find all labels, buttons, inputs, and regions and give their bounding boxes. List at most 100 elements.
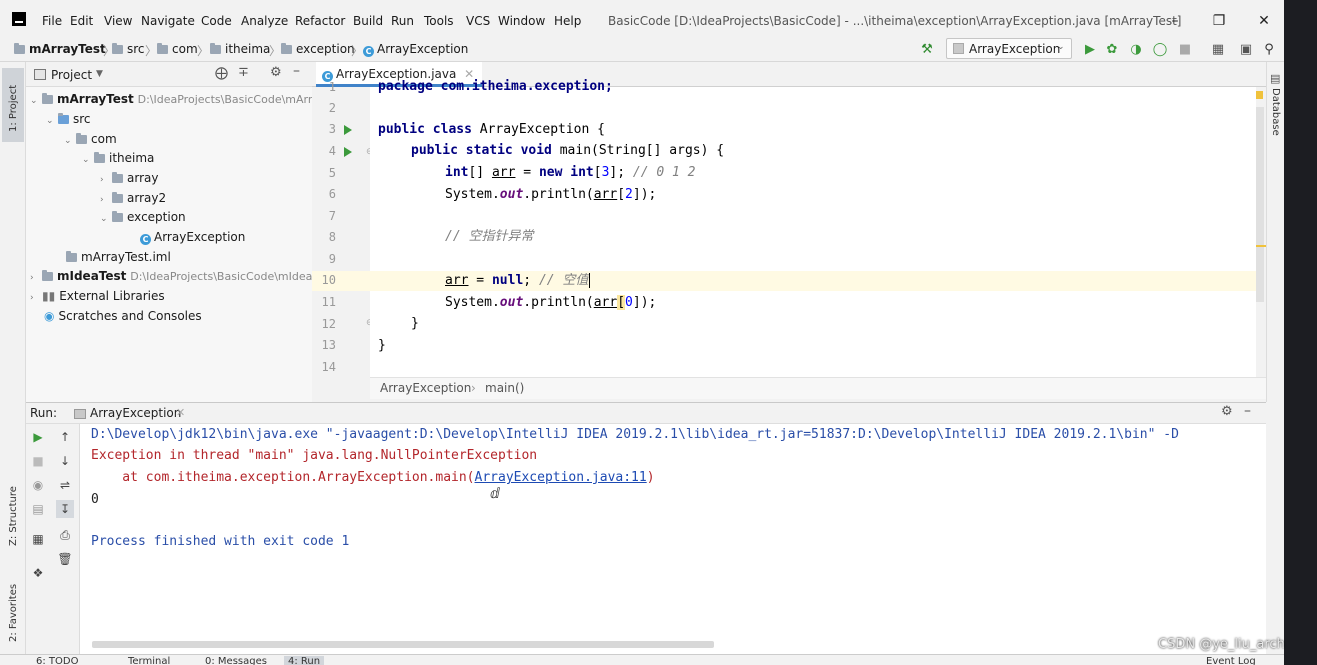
soft-wrap-icon[interactable]: ⇌: [56, 476, 74, 494]
coverage-icon[interactable]: ◑: [1127, 41, 1145, 59]
tree-item-marraytest[interactable]: ⌄ mArrayTest D:\IdeaProjects\BasicCode\mA…: [30, 89, 312, 109]
favorites-stripe-label: 2: Favorites: [8, 583, 19, 642]
breadcrumb-class[interactable]: ArrayException: [380, 381, 471, 395]
run-icon[interactable]: ▶: [1081, 41, 1099, 59]
tree-item-arrayexception[interactable]: C ArrayException: [140, 227, 245, 247]
warning-marker[interactable]: [1256, 91, 1263, 99]
tree-item-src[interactable]: ⌄ src: [46, 109, 91, 129]
terminal-window-icon[interactable]: ▣: [1237, 41, 1255, 59]
todo-tool-button[interactable]: 6: TODO: [36, 656, 78, 665]
menu-edit[interactable]: Edit: [70, 14, 93, 28]
tree-item-itheima[interactable]: ⌄ itheima: [82, 148, 154, 168]
chevron-down-icon[interactable]: ▼: [96, 69, 103, 79]
folder-icon: [157, 43, 168, 54]
run-gutter-icon[interactable]: [344, 147, 352, 157]
line-number: 14: [321, 360, 336, 374]
menu-build[interactable]: Build: [353, 14, 383, 28]
stacktrace-link[interactable]: ArrayException.java:11: [475, 470, 647, 485]
hide-panel-icon[interactable]: –: [293, 63, 300, 79]
down-arrow-icon[interactable]: ↓: [56, 452, 74, 470]
messages-tool-button[interactable]: 0: Messages: [205, 656, 267, 665]
module-icon: [14, 43, 25, 54]
crumb-src[interactable]: src: [112, 42, 145, 56]
scrollbar-thumb[interactable]: [1256, 107, 1264, 302]
tree-item-iml[interactable]: mArrayTest.iml: [66, 247, 171, 267]
close-button[interactable]: ✕: [1250, 10, 1278, 32]
crumb-separator: 〉: [269, 44, 282, 58]
structure-tool-button[interactable]: Z: Structure: [2, 472, 24, 552]
rerun-icon[interactable]: ▶: [29, 428, 47, 446]
line-number: 5: [328, 166, 336, 180]
collapse-all-icon[interactable]: ∓: [238, 65, 249, 80]
favorites-tool-button[interactable]: 2: Favorites: [2, 562, 24, 648]
trash-icon[interactable]: 🗑: [56, 550, 74, 568]
tree-item-exception[interactable]: ⌄ exception: [100, 207, 186, 227]
crumb-com[interactable]: com: [157, 42, 198, 56]
locate-target-icon[interactable]: ⨁: [215, 66, 228, 81]
print-icon[interactable]: ⎙: [56, 526, 74, 544]
database-icon[interactable]: ▤: [1270, 72, 1280, 85]
tree-item-array[interactable]: › array: [100, 168, 158, 188]
folder-icon: [281, 43, 292, 54]
menu-navigate[interactable]: Navigate: [141, 14, 195, 28]
project-tool-button[interactable]: 1: Project: [2, 68, 24, 142]
database-stripe-label[interactable]: Database: [1270, 88, 1281, 136]
menu-code[interactable]: Code: [201, 14, 232, 28]
gear-icon[interactable]: ⚙: [1221, 404, 1233, 419]
stop-icon[interactable]: ■: [1176, 41, 1194, 59]
project-panel-title[interactable]: Project: [51, 68, 92, 82]
crumb-exception[interactable]: exception: [281, 42, 355, 56]
run-gutter-icon[interactable]: [344, 125, 352, 135]
up-arrow-icon[interactable]: ↑: [56, 428, 74, 446]
profile-icon[interactable]: ◯: [1151, 41, 1169, 59]
gear-icon[interactable]: ⚙: [270, 65, 282, 80]
package-icon: [76, 133, 87, 144]
menu-window[interactable]: Window: [498, 14, 545, 28]
tree-item-com[interactable]: ⌄ com: [64, 129, 117, 149]
run-configuration-select[interactable]: ArrayException ⌄: [946, 38, 1072, 59]
console-output-line: 0: [91, 492, 99, 507]
minimize-button[interactable]: –: [1161, 10, 1189, 32]
tree-item-scratches[interactable]: ◉ Scratches and Consoles: [44, 306, 202, 326]
editor-scrollbar[interactable]: [1256, 87, 1266, 377]
menu-help[interactable]: Help: [554, 14, 581, 28]
menu-run[interactable]: Run: [391, 14, 414, 28]
tree-item-midea[interactable]: › mIdeaTest D:\IdeaProjects\BasicCode\mId…: [30, 266, 312, 286]
crumb-itheima[interactable]: itheima: [210, 42, 270, 56]
scroll-to-end-icon[interactable]: ↧: [56, 500, 74, 518]
search-icon[interactable]: ⚲: [1260, 41, 1278, 59]
menu-analyze[interactable]: Analyze: [241, 14, 288, 28]
maximize-button[interactable]: ❐: [1205, 10, 1233, 32]
close-tab-icon[interactable]: ✕: [176, 406, 185, 419]
camera-icon[interactable]: ◉: [29, 476, 47, 494]
warning-marker[interactable]: [1256, 245, 1266, 247]
console-horizontal-scrollbar[interactable]: [92, 641, 714, 648]
menu-view[interactable]: View: [104, 14, 132, 28]
project-structure-icon[interactable]: ▦: [1209, 41, 1227, 59]
run-tab-label[interactable]: ArrayException: [90, 406, 181, 420]
terminal-tool-button[interactable]: Terminal: [128, 656, 170, 665]
run-tool-button[interactable]: 4: Run: [284, 656, 325, 665]
pin-icon[interactable]: ❖: [29, 564, 47, 582]
code-editor[interactable]: package com.itheima.exception; public cl…: [370, 79, 1266, 377]
event-log-button[interactable]: Event Log: [1206, 656, 1256, 665]
menu-vcs[interactable]: VCS: [466, 14, 490, 28]
tool-window-bar: 6: TODO Terminal 0: Messages 4: Run Even…: [0, 654, 1284, 665]
run-console[interactable]: D:\Develop\jdk12\bin\java.exe "-javaagen…: [80, 424, 1266, 654]
menu-tools[interactable]: Tools: [424, 14, 454, 28]
tree-item-external-libraries[interactable]: › ▮▮ External Libraries: [30, 286, 165, 306]
restore-layout-icon[interactable]: ▤: [29, 500, 47, 518]
debug-bug-icon[interactable]: ✿: [1103, 41, 1121, 59]
hide-panel-icon[interactable]: –: [1244, 403, 1251, 419]
stop-icon[interactable]: ■: [29, 452, 47, 470]
layout-icon[interactable]: ▦: [29, 530, 47, 548]
crumb-class[interactable]: C ArrayException: [363, 42, 468, 57]
breadcrumb-method[interactable]: main(): [485, 381, 524, 395]
build-hammer-icon[interactable]: ⚒: [918, 41, 936, 59]
tree-item-array2[interactable]: › array2: [100, 188, 166, 208]
menu-refactor[interactable]: Refactor: [295, 14, 345, 28]
crumb-module[interactable]: mArrayTest: [14, 42, 106, 56]
line-number: 10: [321, 273, 336, 287]
menu-file[interactable]: File: [42, 14, 62, 28]
libraries-icon: ▮▮: [42, 289, 56, 303]
